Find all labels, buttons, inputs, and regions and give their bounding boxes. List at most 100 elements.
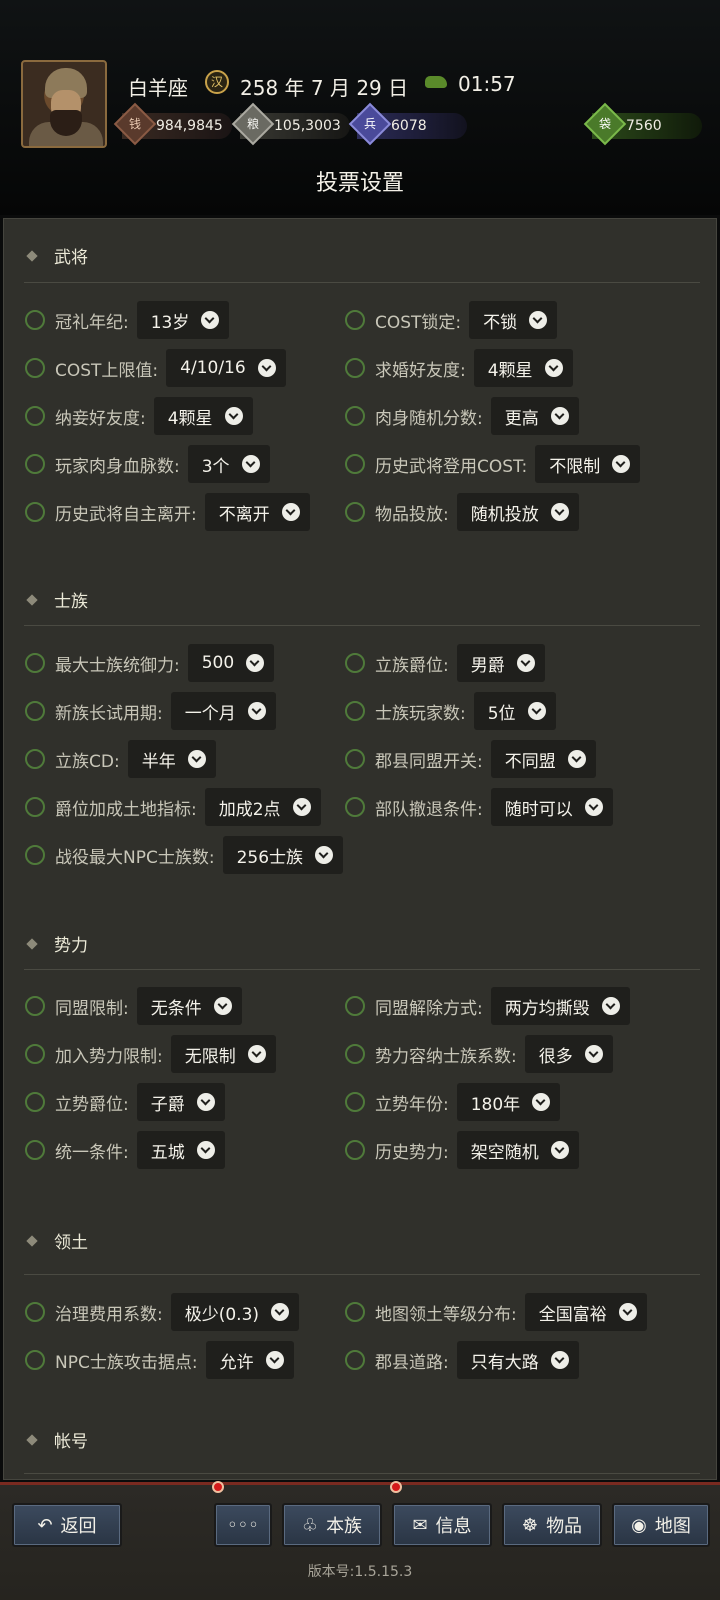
option-row[interactable]: 物品投放: 随机投放 xyxy=(345,493,579,531)
radio-button[interactable] xyxy=(25,358,45,378)
radio-button[interactable] xyxy=(345,1350,365,1370)
radio-button[interactable] xyxy=(25,1140,45,1160)
radio-button[interactable] xyxy=(345,653,365,673)
settings-panel[interactable]: 武将 冠礼年纪: 13岁 COST锁定: 不锁 COST上限值: 4/10/16 求婚… xyxy=(3,218,717,1480)
dropdown[interactable]: 只有大路 xyxy=(456,1341,579,1379)
radio-button[interactable] xyxy=(25,653,45,673)
option-row[interactable]: 统一条件: 五城 xyxy=(25,1131,225,1169)
dropdown[interactable]: 500 xyxy=(187,644,275,682)
dropdown[interactable]: 很多 xyxy=(524,1035,613,1073)
dropdown[interactable]: 4颗星 xyxy=(153,397,253,435)
radio-button[interactable] xyxy=(345,502,365,522)
dropdown[interactable]: 4颗星 xyxy=(473,349,573,387)
radio-button[interactable] xyxy=(25,845,45,865)
option-row[interactable]: 同盟限制: 无条件 xyxy=(25,987,242,1025)
radio-button[interactable] xyxy=(25,701,45,721)
dropdown[interactable]: 半年 xyxy=(127,740,216,778)
option-row[interactable]: 加入势力限制: 无限制 xyxy=(25,1035,276,1073)
option-row[interactable]: 战役最大NPC士族数: 256士族 xyxy=(25,836,344,874)
option-row[interactable]: 求婚好友度: 4颗星 xyxy=(345,349,573,387)
option-row[interactable]: 立势爵位: 子爵 xyxy=(25,1083,225,1121)
option-row[interactable]: 冠礼年纪: 13岁 xyxy=(25,301,230,339)
info-button[interactable]: ✉ 信息 xyxy=(392,1503,492,1547)
back-button[interactable]: ↶ 返回 xyxy=(12,1503,122,1547)
option-row[interactable]: 治理费用系数: 极少(0.3) xyxy=(25,1293,300,1331)
resource-money[interactable]: 钱 984,9845 xyxy=(113,102,232,146)
option-row[interactable]: 郡县道路: 只有大路 xyxy=(345,1341,579,1379)
dropdown[interactable]: 不同盟 xyxy=(490,740,596,778)
option-row[interactable]: COST上限值: 4/10/16 xyxy=(25,349,286,387)
option-row[interactable]: 玩家肉身血脉数: 3个 xyxy=(25,445,270,483)
option-row[interactable]: 同盟解除方式: 两方均撕毁 xyxy=(345,987,630,1025)
radio-button[interactable] xyxy=(345,701,365,721)
radio-button[interactable] xyxy=(25,797,45,817)
option-row[interactable]: 势力容纳士族系数: 很多 xyxy=(345,1035,613,1073)
dropdown[interactable]: 4/10/16 xyxy=(166,349,286,387)
option-row[interactable]: 爵位加成土地指标: 加成2点 xyxy=(25,788,321,826)
dropdown[interactable]: 男爵 xyxy=(456,644,545,682)
radio-button[interactable] xyxy=(25,996,45,1016)
radio-button[interactable] xyxy=(345,406,365,426)
option-row[interactable]: COST锁定: 不锁 xyxy=(345,301,558,339)
radio-button[interactable] xyxy=(25,1350,45,1370)
option-row[interactable]: 士族玩家数: 5位 xyxy=(345,692,556,730)
dropdown[interactable]: 13岁 xyxy=(136,301,230,339)
dropdown[interactable]: 不离开 xyxy=(204,493,310,531)
radio-button[interactable] xyxy=(345,1302,365,1322)
option-row[interactable]: 肉身随机分数: 更高 xyxy=(345,397,579,435)
radio-button[interactable] xyxy=(345,996,365,1016)
option-row[interactable]: 地图领土等级分布: 全国富裕 xyxy=(345,1293,647,1331)
dropdown[interactable]: 更高 xyxy=(490,397,579,435)
items-button[interactable]: ☸ 物品 xyxy=(502,1503,602,1547)
option-row[interactable]: 郡县同盟开关: 不同盟 xyxy=(345,740,596,778)
dropdown[interactable]: 子爵 xyxy=(136,1083,225,1121)
option-row[interactable]: NPC士族攻击据点: 允许 xyxy=(25,1341,294,1379)
radio-button[interactable] xyxy=(25,749,45,769)
radio-button[interactable] xyxy=(25,502,45,522)
dropdown[interactable]: 允许 xyxy=(205,1341,294,1379)
dropdown[interactable]: 一个月 xyxy=(170,692,276,730)
radio-button[interactable] xyxy=(345,1044,365,1064)
option-row[interactable]: 立势年份: 180年 xyxy=(345,1083,561,1121)
option-row[interactable]: 立族CD: 半年 xyxy=(25,740,216,778)
radio-button[interactable] xyxy=(345,797,365,817)
option-row[interactable]: 纳妾好友度: 4颗星 xyxy=(25,397,253,435)
resource-soldiers[interactable]: 兵 6078 xyxy=(348,102,467,146)
radio-button[interactable] xyxy=(345,454,365,474)
dropdown[interactable]: 加成2点 xyxy=(204,788,321,826)
option-row[interactable]: 历史势力: 架空随机 xyxy=(345,1131,579,1169)
dropdown[interactable]: 架空随机 xyxy=(456,1131,579,1169)
radio-button[interactable] xyxy=(25,1092,45,1112)
radio-button[interactable] xyxy=(25,310,45,330)
dropdown[interactable]: 3个 xyxy=(187,445,270,483)
dropdown[interactable]: 180年 xyxy=(456,1083,561,1121)
dropdown[interactable]: 256士族 xyxy=(222,836,344,874)
dropdown[interactable]: 两方均撕毁 xyxy=(490,987,630,1025)
radio-button[interactable] xyxy=(25,406,45,426)
radio-button[interactable] xyxy=(345,1140,365,1160)
radio-button[interactable] xyxy=(25,454,45,474)
clan-button[interactable]: ♧ 本族 xyxy=(282,1503,382,1547)
radio-button[interactable] xyxy=(345,1092,365,1112)
dropdown[interactable]: 全国富裕 xyxy=(524,1293,647,1331)
option-row[interactable]: 历史武将自主离开: 不离开 xyxy=(25,493,310,531)
dropdown[interactable]: 极少(0.3) xyxy=(170,1293,300,1331)
dropdown[interactable]: 随机投放 xyxy=(456,493,579,531)
avatar[interactable] xyxy=(21,60,107,148)
dropdown[interactable]: 随时可以 xyxy=(490,788,613,826)
option-row[interactable]: 历史武将登用COST: 不限制 xyxy=(345,445,641,483)
radio-button[interactable] xyxy=(345,310,365,330)
map-button[interactable]: ◉ 地图 xyxy=(612,1503,710,1547)
dropdown[interactable]: 无条件 xyxy=(136,987,242,1025)
option-row[interactable]: 部队撤退条件: 随时可以 xyxy=(345,788,613,826)
dropdown[interactable]: 五城 xyxy=(136,1131,225,1169)
radio-button[interactable] xyxy=(25,1044,45,1064)
dropdown[interactable]: 无限制 xyxy=(170,1035,276,1073)
radio-button[interactable] xyxy=(345,358,365,378)
dropdown[interactable]: 不限制 xyxy=(535,445,641,483)
radio-button[interactable] xyxy=(345,749,365,769)
option-row[interactable]: 新族长试用期: 一个月 xyxy=(25,692,276,730)
more-button[interactable]: ◦◦◦ xyxy=(214,1503,272,1547)
dropdown[interactable]: 不锁 xyxy=(469,301,558,339)
dropdown[interactable]: 5位 xyxy=(473,692,556,730)
